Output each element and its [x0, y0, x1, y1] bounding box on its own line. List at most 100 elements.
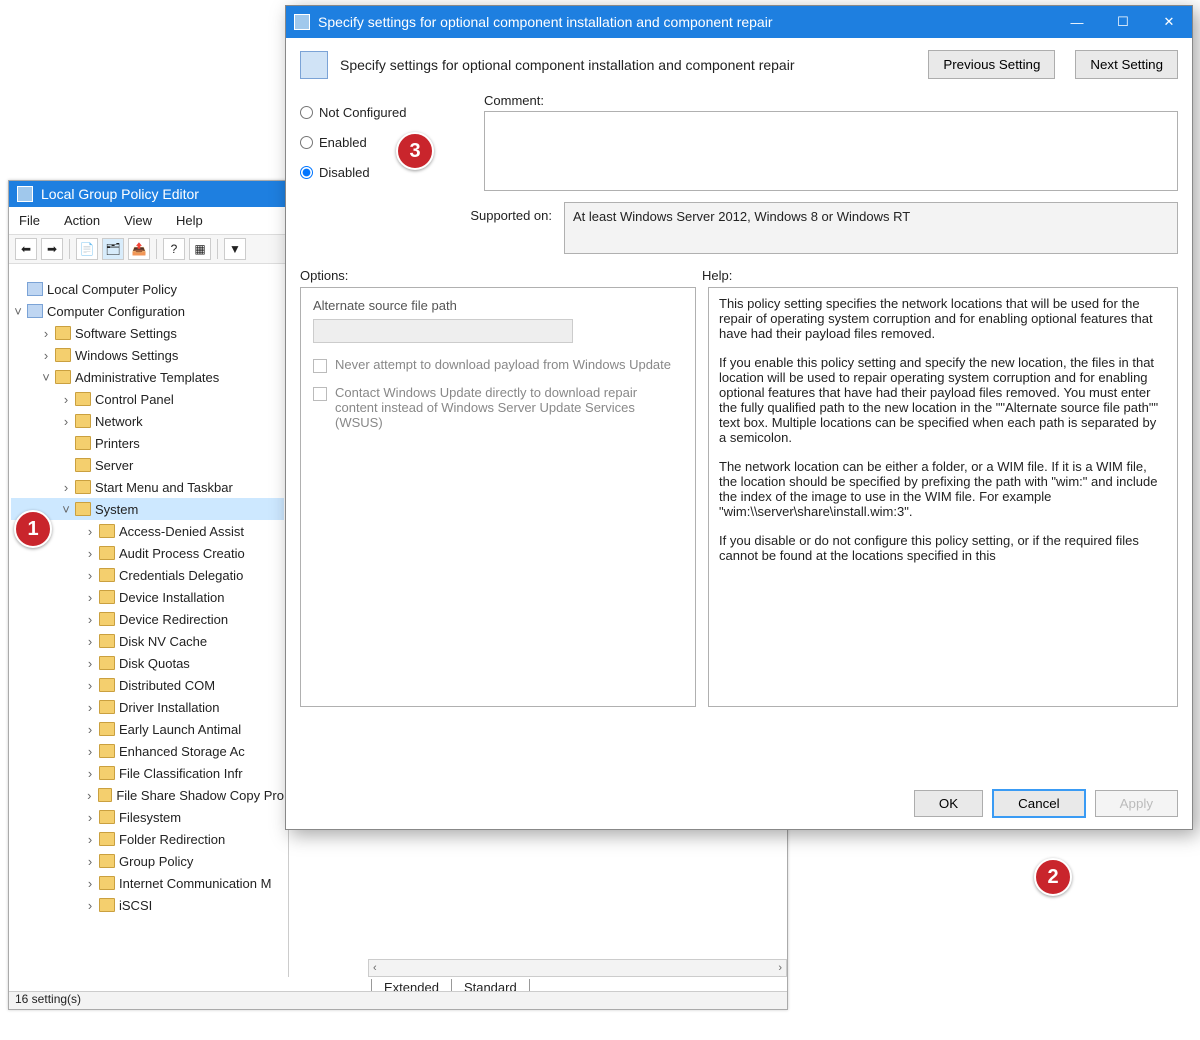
menu-action[interactable]: Action — [54, 210, 110, 231]
scroll-right-icon[interactable]: › — [778, 962, 782, 974]
folder-icon — [75, 392, 91, 406]
dialog-footer: OK Cancel Apply — [286, 778, 1192, 829]
back-button[interactable]: ⬅ — [15, 238, 37, 260]
folder-icon — [99, 810, 115, 824]
folder-icon — [55, 326, 71, 340]
supported-on-box: At least Windows Server 2012, Windows 8 … — [564, 202, 1178, 254]
tree-pane[interactable]: Local Computer Policy ˅Computer Configur… — [9, 274, 289, 977]
options-label: Options: — [300, 268, 702, 283]
folder-icon — [99, 700, 115, 714]
tree-item[interactable]: ›Audit Process Creatio — [11, 542, 284, 564]
folder-icon — [75, 414, 91, 428]
close-button[interactable]: ✕ — [1146, 6, 1192, 38]
forward-button[interactable]: ➡ — [41, 238, 63, 260]
policy-icon — [27, 282, 43, 296]
checkbox-icon — [313, 359, 327, 373]
export-button[interactable]: 📤 — [128, 238, 150, 260]
tree-item[interactable]: ›Distributed COM — [11, 674, 284, 696]
tree-item[interactable]: ›Driver Installation — [11, 696, 284, 718]
gpedit-title-text: Local Group Policy Editor — [41, 186, 199, 202]
tree-item[interactable]: ›Enhanced Storage Ac — [11, 740, 284, 762]
folder-icon — [99, 766, 115, 780]
comment-textarea[interactable] — [484, 111, 1178, 191]
folder-icon — [75, 502, 91, 516]
folder-icon — [99, 590, 115, 604]
supported-label: Supported on: — [300, 202, 552, 223]
tree-item[interactable]: ›File Share Shadow Copy Pro — [11, 784, 284, 806]
folder-icon — [99, 656, 115, 670]
tree-item[interactable]: ›Windows Settings — [11, 344, 284, 366]
radio-not-configured[interactable]: Not Configured — [300, 97, 460, 127]
properties-button[interactable]: ▦ — [189, 238, 211, 260]
tree-item[interactable]: ›Internet Communication M — [11, 872, 284, 894]
help-panel[interactable]: This policy setting specifies the networ… — [708, 287, 1178, 707]
policy-dialog: Specify settings for optional component … — [285, 5, 1193, 830]
scroll-left-icon[interactable]: ‹ — [373, 962, 377, 974]
folder-icon — [99, 722, 115, 736]
menu-view[interactable]: View — [114, 210, 162, 231]
maximize-button[interactable]: ☐ — [1100, 6, 1146, 38]
tree-item[interactable]: ›Disk NV Cache — [11, 630, 284, 652]
checkbox-icon — [313, 387, 327, 401]
folder-icon — [99, 832, 115, 846]
tree-root[interactable]: Local Computer Policy — [11, 278, 284, 300]
radio-disabled[interactable]: Disabled — [300, 157, 460, 187]
tree-item[interactable]: ›Software Settings — [11, 322, 284, 344]
help-text: If you disable or do not configure this … — [719, 533, 1167, 563]
help-button[interactable]: ? — [163, 238, 185, 260]
up-button[interactable]: 📄 — [76, 238, 98, 260]
menu-file[interactable]: File — [9, 210, 50, 231]
dialog-header: Specify settings for optional component … — [286, 38, 1192, 91]
separator — [156, 239, 157, 259]
checkbox-contact-wu[interactable]: Contact Windows Update directly to downl… — [313, 385, 683, 430]
folder-icon — [99, 678, 115, 692]
tree-adm-templates[interactable]: ˅Administrative Templates — [11, 366, 284, 388]
tree-item[interactable]: ›Control Panel — [11, 388, 284, 410]
radio-enabled[interactable]: Enabled — [300, 127, 460, 157]
filter-button[interactable]: ▼ — [224, 238, 246, 260]
help-label: Help: — [702, 268, 732, 283]
tree-computer-config[interactable]: ˅Computer Configuration — [11, 300, 284, 322]
tree-item[interactable]: ›Device Redirection — [11, 608, 284, 630]
tree-item[interactable]: ›Network — [11, 410, 284, 432]
callout-1: 1 — [14, 510, 52, 548]
tree-item[interactable]: ›Disk Quotas — [11, 652, 284, 674]
next-setting-button[interactable]: Next Setting — [1075, 50, 1178, 79]
tree-item[interactable]: ›Access-Denied Assist — [11, 520, 284, 542]
tree-item[interactable]: ›Start Menu and Taskbar — [11, 476, 284, 498]
tree-item[interactable]: Server — [11, 454, 284, 476]
help-text: The network location can be either a fol… — [719, 459, 1167, 519]
checkbox-never-download[interactable]: Never attempt to download payload from W… — [313, 357, 683, 373]
computer-icon — [27, 304, 43, 318]
folder-icon — [99, 854, 115, 868]
comment-label: Comment: — [484, 93, 1178, 108]
tree-item[interactable]: ›iSCSI — [11, 894, 284, 916]
folder-icon — [99, 546, 115, 560]
folder-icon — [99, 524, 115, 538]
tree-item[interactable]: ›Credentials Delegatio — [11, 564, 284, 586]
tree-item[interactable]: ›Folder Redirection — [11, 828, 284, 850]
menu-help[interactable]: Help — [166, 210, 213, 231]
folder-icon — [75, 458, 91, 472]
tree-item[interactable]: ›File Classification Infr — [11, 762, 284, 784]
state-radios: Not Configured Enabled Disabled — [300, 93, 460, 187]
cancel-button[interactable]: Cancel — [993, 790, 1085, 817]
tree-item[interactable]: ›Device Installation — [11, 586, 284, 608]
callout-3: 3 — [396, 132, 434, 170]
alt-path-label: Alternate source file path — [313, 298, 683, 313]
tree-item[interactable]: ›Early Launch Antimal — [11, 718, 284, 740]
previous-setting-button[interactable]: Previous Setting — [928, 50, 1055, 79]
tree-item[interactable]: Printers — [11, 432, 284, 454]
show-button[interactable]: 🗂 — [102, 238, 124, 260]
dialog-titlebar[interactable]: Specify settings for optional component … — [286, 6, 1192, 38]
tree-item[interactable]: ›Group Policy — [11, 850, 284, 872]
ok-button[interactable]: OK — [914, 790, 983, 817]
tree-item[interactable]: ›Filesystem — [11, 806, 284, 828]
alt-path-input[interactable] — [313, 319, 573, 343]
hscrollbar[interactable]: ‹› — [368, 959, 787, 977]
folder-icon — [75, 480, 91, 494]
minimize-button[interactable]: — — [1054, 6, 1100, 38]
tree-system[interactable]: ˅System — [11, 498, 284, 520]
folder-icon — [99, 612, 115, 626]
gpedit-icon — [17, 186, 33, 202]
